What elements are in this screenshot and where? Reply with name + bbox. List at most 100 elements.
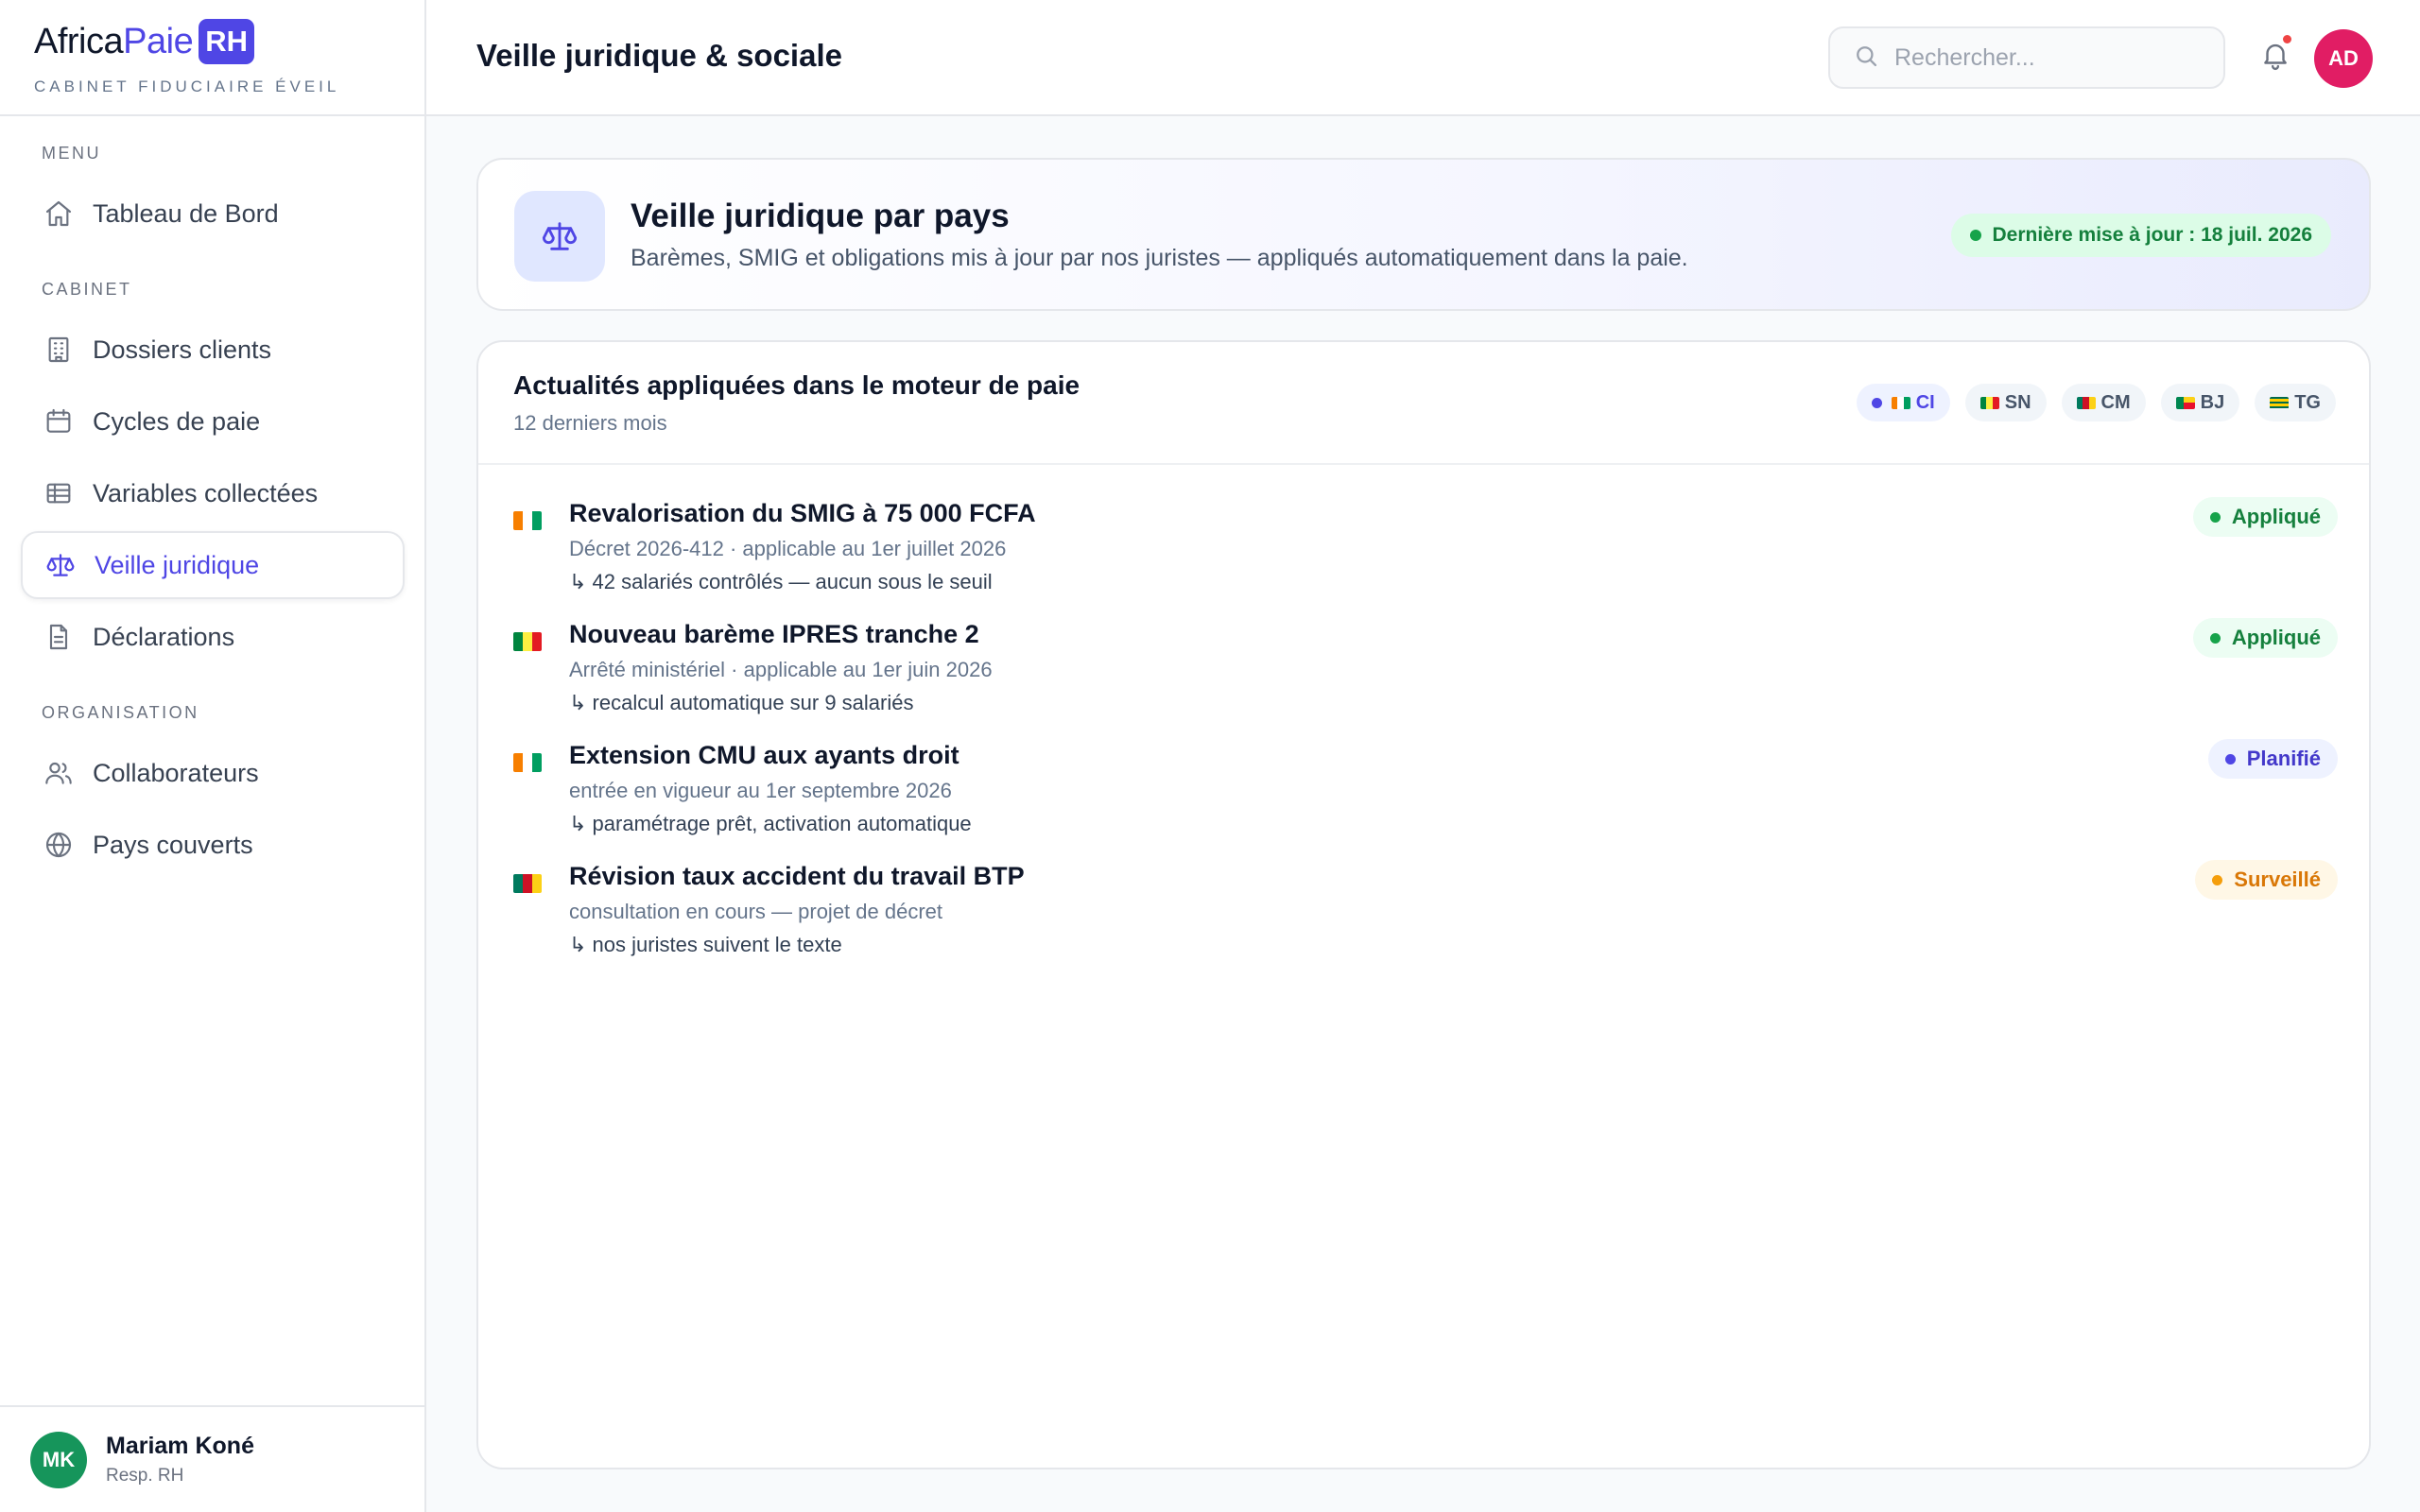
sidebar-item-cycles[interactable]: Cycles de paie [21,387,405,455]
country-code: TG [2294,391,2321,413]
status-badge: Surveillé [2195,860,2338,900]
sidebar-item-pays[interactable]: Pays couverts [21,811,405,879]
country-chip-tg[interactable]: TG [2255,384,2336,421]
country-chip-bj[interactable]: BJ [2160,384,2240,421]
scale-icon [43,548,78,582]
search-icon [1853,43,1879,74]
status-dot [1969,230,1981,241]
user-avatar-button[interactable]: AD [2314,29,2373,88]
sidebar-item-label: Cycles de paie [93,406,261,436]
status-badge: Appliqué [2192,618,2338,658]
country-chip-sn[interactable]: SN [1964,384,2047,421]
news-item[interactable]: Nouveau barème IPRES tranche 2 Arrêté mi… [513,618,2338,724]
user-role: Resp. RH [106,1466,184,1486]
nav-section-menu: MENU [42,144,101,163]
news-item-title: Révision taux accident du travail BTP [569,862,1025,890]
country-code: CI [1915,391,1935,413]
status-dot [2209,511,2221,523]
user-profile[interactable]: MK Mariam Koné Resp. RH [0,1405,426,1512]
hero-card: Veille juridique par pays Barèmes, SMIG … [476,158,2371,311]
avatar: MK [30,1431,87,1488]
sidebar-item-clients[interactable]: Dossiers clients [21,316,405,384]
sidebar: Africa Paie RH CABINET FIDUCIAIRE ÉVEIL … [0,0,426,1512]
country-chip-ci[interactable]: CI [1856,384,1950,421]
status-dot [2212,874,2223,885]
sidebar-item-dashboard[interactable]: Tableau de Bord [21,180,405,248]
nav-section-cabinet: CABINET [42,280,132,299]
status-dot [2224,753,2236,765]
users-icon [42,756,76,790]
sidebar-item-veille-juridique[interactable]: Veille juridique [21,531,405,599]
news-item-note: ↳ nos juristes suivent le texte [569,933,842,956]
flag-sn-icon [513,632,542,651]
status-label: Surveillé [2234,868,2321,891]
news-subtitle: 12 derniers mois [513,411,667,435]
news-item-meta: consultation en cours — projet de décret [569,900,943,923]
sidebar-item-label: Tableau de Bord [93,198,279,228]
flag-bj-icon [2175,396,2195,409]
globe-icon [42,828,76,862]
document-icon [42,620,76,654]
home-icon [42,197,76,231]
active-dot [1871,397,1882,408]
bell-icon [2259,39,2291,76]
logo[interactable]: Africa Paie RH [34,19,424,64]
flag-tg-icon [2270,396,2290,409]
sidebar-item-label: Dossiers clients [93,335,272,364]
sidebar-item-label: Veille juridique [95,550,260,579]
brand: Africa Paie RH CABINET FIDUCIAIRE ÉVEIL [0,0,424,116]
calendar-icon [42,404,76,438]
flag-ci-icon [513,511,542,530]
news-item-meta: entrée en vigueur au 1er septembre 2026 [569,779,952,802]
country-code: SN [2004,391,2031,413]
news-item-title: Revalorisation du SMIG à 75 000 FCFA [569,499,1036,527]
news-item-meta: Arrêté ministériel · applicable au 1er j… [569,658,993,681]
last-update-badge: Dernière mise à jour : 18 juil. 2026 [1950,214,2331,257]
country-filter: CI SN CM BJ TG [1856,384,2336,421]
news-item[interactable]: Revalorisation du SMIG à 75 000 FCFA Déc… [513,497,2338,603]
news-item-note: ↳ 42 salariés contrôlés — aucun sous le … [569,570,993,593]
news-item-title: Extension CMU aux ayants droit [569,741,959,769]
sidebar-item-label: Pays couverts [93,830,253,859]
status-label: Appliqué [2231,505,2321,528]
news-item-note: ↳ recalcul automatique sur 9 salariés [569,691,914,714]
building-icon [42,333,76,367]
news-item[interactable]: Extension CMU aux ayants droit entrée en… [513,739,2338,845]
hero-title: Veille juridique par pays [631,198,1010,234]
sidebar-item-variables[interactable]: Variables collectées [21,459,405,527]
topbar: Veille juridique & sociale AD [426,0,2420,116]
country-code: BJ [2200,391,2225,413]
flag-sn-icon [1979,396,1999,409]
news-card: Actualités appliquées dans le moteur de … [476,340,2371,1469]
logo-text-africa: Africa [34,21,124,61]
search-input[interactable] [1894,43,2206,72]
flag-cm-icon [513,874,542,893]
scale-icon [514,191,605,282]
logo-badge-rh: RH [199,19,254,64]
status-badge: Appliqué [2192,497,2338,537]
news-item[interactable]: Révision taux accident du travail BTP co… [513,860,2338,966]
status-badge: Planifié [2207,739,2338,779]
flag-cm-icon [2076,396,2096,409]
nav-section-organisation: ORGANISATION [42,703,199,722]
sidebar-item-label: Variables collectées [93,478,319,507]
country-code: CM [2100,391,2131,413]
notification-dot [2283,35,2291,43]
news-item-note: ↳ paramétrage prêt, activation automatiq… [569,812,972,835]
news-item-meta: Décret 2026-412 · applicable au 1er juil… [569,537,1007,560]
status-dot [2209,632,2221,644]
user-name: Mariam Koné [106,1433,254,1459]
status-label: Appliqué [2231,626,2321,649]
notifications-button[interactable] [2254,35,2297,78]
sidebar-item-label: Déclarations [93,622,235,651]
sidebar-item-declarations[interactable]: Déclarations [21,603,405,671]
status-label: Planifié [2246,747,2321,770]
search-box[interactable] [1828,26,2225,89]
page-title: Veille juridique & sociale [476,38,842,73]
news-header: Actualités appliquées dans le moteur de … [478,342,2369,465]
flag-ci-icon [513,753,542,772]
last-update-label: Dernière mise à jour : 18 juil. 2026 [1992,224,2313,246]
sidebar-item-collaborateurs[interactable]: Collaborateurs [21,739,405,807]
country-chip-cm[interactable]: CM [2061,384,2146,421]
news-item-title: Nouveau barème IPRES tranche 2 [569,620,979,648]
